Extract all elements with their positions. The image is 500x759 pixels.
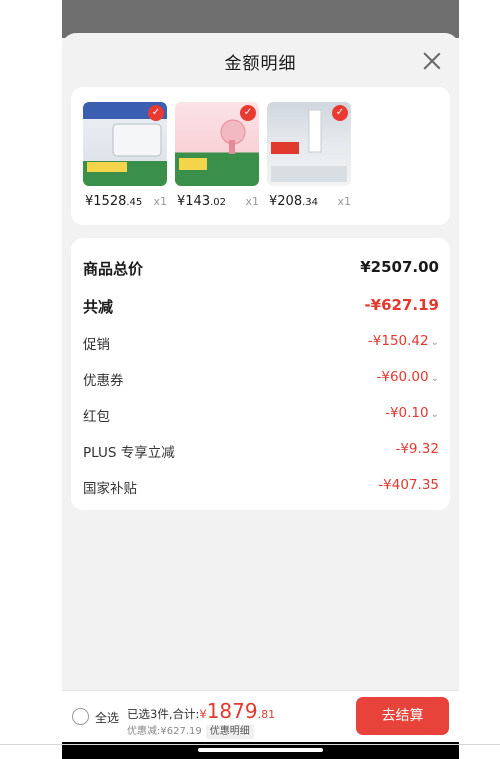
select-all-radio[interactable] bbox=[72, 708, 89, 725]
redpacket-row[interactable]: 红包 -¥0.10 ⌄ bbox=[83, 405, 439, 425]
product-item[interactable]: ✓ ¥143.02 x1 bbox=[175, 102, 259, 209]
selected-check-icon: ✓ bbox=[240, 105, 256, 121]
selected-check-icon: ✓ bbox=[148, 105, 164, 121]
product-image: ✓ bbox=[175, 102, 259, 186]
product-item[interactable]: ✓ ¥208.34 x1 bbox=[267, 102, 351, 209]
total-amount: ¥1879.81 bbox=[199, 699, 276, 723]
order-summary: 已选3件,合计:¥1879.81 bbox=[127, 699, 276, 723]
divider bbox=[0, 744, 500, 745]
checkout-bar: 全选 已选3件,合计:¥1879.81 优惠减:¥627.19 优惠明细 去结算 bbox=[62, 690, 459, 742]
sheet-title: 金额明细 bbox=[224, 54, 297, 74]
promo-value: -¥150.42 bbox=[367, 333, 429, 349]
product-price: ¥1528.45 bbox=[85, 194, 143, 209]
product-image: ✓ bbox=[83, 102, 167, 186]
plus-discount-value: -¥9.32 bbox=[395, 441, 439, 457]
coupon-value: -¥60.00 bbox=[376, 369, 429, 385]
product-image: ✓ bbox=[267, 102, 351, 186]
price-detail-card: 商品总价 ¥2507.00 共减 -¥627.19 促销 -¥150.42 ⌄ 优… bbox=[71, 238, 450, 510]
product-quantity: x1 bbox=[337, 195, 351, 208]
total-price-value: ¥2507.00 bbox=[360, 258, 439, 276]
product-quantity: x1 bbox=[153, 195, 167, 208]
coupon-row[interactable]: 优惠券 -¥60.00 ⌄ bbox=[83, 369, 439, 389]
checkout-button[interactable]: 去结算 bbox=[356, 697, 449, 735]
phone-screen: 金额明细 ✓ ¥1528.45 x1 ✓ ¥143.02 x1 ✓ ¥208.3… bbox=[62, 0, 459, 759]
close-icon[interactable] bbox=[421, 50, 443, 72]
product-quantity: x1 bbox=[245, 195, 259, 208]
home-indicator[interactable] bbox=[198, 748, 323, 752]
select-all-label[interactable]: 全选 bbox=[95, 709, 119, 726]
product-price: ¥208.34 bbox=[269, 194, 318, 209]
product-price: ¥143.02 bbox=[177, 194, 226, 209]
discount-summary: 优惠减:¥627.19 优惠明细 bbox=[127, 722, 254, 739]
promo-row[interactable]: 促销 -¥150.42 ⌄ bbox=[83, 333, 439, 353]
selected-check-icon: ✓ bbox=[332, 105, 348, 121]
chevron-down-icon: ⌄ bbox=[430, 373, 439, 384]
discount-detail-tag[interactable]: 优惠明细 bbox=[205, 725, 254, 739]
total-discount-row: 共减 -¥627.19 bbox=[83, 296, 439, 316]
national-subsidy-value: -¥407.35 bbox=[378, 477, 439, 493]
chevron-down-icon: ⌄ bbox=[430, 409, 439, 420]
redpacket-value: -¥0.10 bbox=[385, 405, 429, 421]
total-price-row: 商品总价 ¥2507.00 bbox=[83, 258, 439, 278]
total-discount-value: -¥627.19 bbox=[364, 296, 439, 314]
plus-discount-row: PLUS 专享立减 -¥9.32 bbox=[83, 441, 439, 461]
product-item[interactable]: ✓ ¥1528.45 x1 bbox=[83, 102, 167, 209]
amount-detail-sheet: 金额明细 ✓ ¥1528.45 x1 ✓ ¥143.02 x1 ✓ ¥208.3… bbox=[62, 33, 459, 693]
national-subsidy-row: 国家补贴 -¥407.35 bbox=[83, 477, 439, 497]
chevron-down-icon: ⌄ bbox=[430, 337, 439, 348]
products-card: ✓ ¥1528.45 x1 ✓ ¥143.02 x1 ✓ ¥208.34 x1 bbox=[71, 87, 450, 225]
